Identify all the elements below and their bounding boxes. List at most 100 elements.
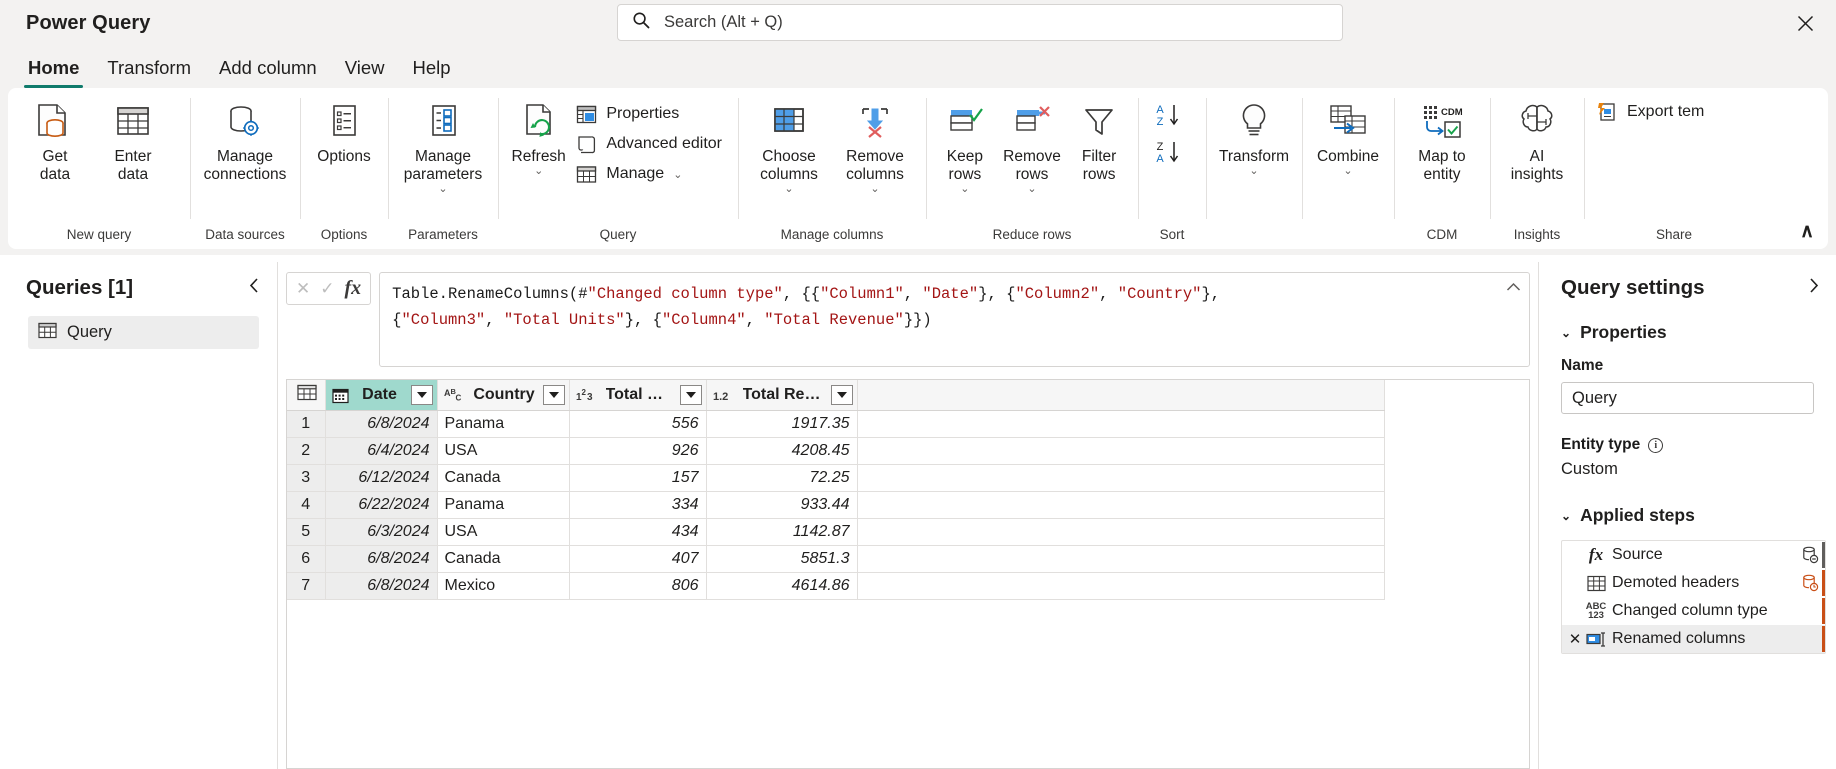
- cell-date[interactable]: 6/8/2024: [325, 410, 438, 438]
- cell-total-revenue[interactable]: 5851.3: [706, 545, 858, 573]
- cell-total-units[interactable]: 926: [569, 437, 707, 465]
- row-number[interactable]: 4: [287, 491, 326, 519]
- manage-connections-button[interactable]: Manage connections: [198, 94, 292, 184]
- collapse-ribbon-chevron-up-icon[interactable]: ∧: [1800, 220, 1814, 243]
- table-row[interactable]: 6 6/8/2024 Canada 407 5851.3: [287, 545, 1385, 573]
- enter-data-button[interactable]: Enter data: [94, 94, 172, 184]
- delete-step-icon[interactable]: ✕: [1566, 630, 1584, 648]
- cell-country[interactable]: Canada: [437, 464, 570, 492]
- cell-country[interactable]: Panama: [437, 410, 570, 438]
- get-data-button[interactable]: Get data: [16, 94, 94, 184]
- cell-total-units[interactable]: 806: [569, 572, 707, 600]
- cell-date[interactable]: 6/22/2024: [325, 491, 438, 519]
- remove-rows-button[interactable]: Remove rows ⌄: [996, 94, 1068, 195]
- remove-rows-chevron-down-icon[interactable]: ⌄: [1027, 184, 1036, 195]
- applied-step[interactable]: ABC 123 Changed column type: [1562, 597, 1825, 625]
- ai-insights-button[interactable]: AI insights: [1498, 94, 1576, 184]
- cell-total-revenue[interactable]: 4208.45: [706, 437, 858, 465]
- close-icon[interactable]: [1790, 8, 1820, 38]
- table-row[interactable]: 5 6/3/2024 USA 434 1142.87: [287, 518, 1385, 546]
- properties-section-header[interactable]: ⌄ Properties: [1539, 322, 1836, 343]
- formula-cancel-icon[interactable]: ✕: [296, 279, 310, 299]
- cell-date[interactable]: 6/8/2024: [325, 545, 438, 573]
- database-minus-icon[interactable]: [1798, 546, 1822, 564]
- manage-parameters-chevron-down-icon[interactable]: ⌄: [438, 184, 447, 195]
- manage-button[interactable]: Manage ⌄: [571, 160, 730, 188]
- cell-total-revenue[interactable]: 4614.86: [706, 572, 858, 600]
- cell-date[interactable]: 6/12/2024: [325, 464, 438, 492]
- cell-country[interactable]: Canada: [437, 545, 570, 573]
- keep-rows-button[interactable]: Keep rows ⌄: [934, 94, 996, 195]
- cell-total-revenue[interactable]: 72.25: [706, 464, 858, 492]
- refresh-button[interactable]: Refresh ⌄: [506, 94, 571, 177]
- filter-rows-button[interactable]: Filter rows: [1068, 94, 1130, 184]
- choose-columns-chevron-down-icon[interactable]: ⌄: [784, 184, 793, 195]
- transform-chevron-down-icon[interactable]: ⌄: [1249, 166, 1258, 177]
- combine-chevron-down-icon[interactable]: ⌄: [1343, 166, 1352, 177]
- column-header-total-revenue[interactable]: 1.2 Total Revenue: [706, 380, 858, 411]
- info-icon[interactable]: i: [1648, 437, 1664, 453]
- manage-parameters-button[interactable]: Manage parameters ⌄: [396, 94, 490, 195]
- formula-accept-icon[interactable]: ✓: [320, 279, 334, 299]
- row-number[interactable]: 1: [287, 410, 326, 438]
- tab-transform[interactable]: Transform: [93, 57, 205, 88]
- tab-help[interactable]: Help: [398, 57, 464, 88]
- formula-input[interactable]: Table.RenameColumns(#"Changed column typ…: [379, 272, 1530, 367]
- cell-country[interactable]: USA: [437, 518, 570, 546]
- advanced-editor-button[interactable]: Advanced editor: [571, 130, 730, 158]
- queries-collapse-chevron-left-icon[interactable]: [248, 277, 261, 299]
- column-header-country[interactable]: A B C Country: [437, 380, 570, 411]
- select-all-corner[interactable]: [287, 380, 326, 411]
- sort-ascending-button[interactable]: A Z: [1152, 102, 1192, 133]
- cell-total-units[interactable]: 434: [569, 518, 707, 546]
- cell-country[interactable]: USA: [437, 437, 570, 465]
- table-row[interactable]: 2 6/4/2024 USA 926 4208.45: [287, 437, 1385, 465]
- remove-columns-button[interactable]: Remove columns ⌄: [832, 94, 918, 195]
- filter-dropdown-date[interactable]: [410, 385, 433, 405]
- cell-date[interactable]: 6/4/2024: [325, 437, 438, 465]
- cell-total-units[interactable]: 334: [569, 491, 707, 519]
- table-row[interactable]: 1 6/8/2024 Panama 556 1917.35: [287, 410, 1385, 438]
- map-to-entity-button[interactable]: CDM Map to entity: [1402, 94, 1482, 184]
- applied-step[interactable]: Demoted headers: [1562, 569, 1825, 597]
- cell-country[interactable]: Panama: [437, 491, 570, 519]
- table-row[interactable]: 7 6/8/2024 Mexico 806 4614.86: [287, 572, 1385, 600]
- properties-button[interactable]: Properties: [571, 100, 730, 128]
- transform-button[interactable]: Transform ⌄: [1214, 94, 1294, 177]
- query-list-item[interactable]: Query: [28, 316, 259, 349]
- manage-chevron-down-icon[interactable]: ⌄: [673, 168, 682, 181]
- row-number[interactable]: 6: [287, 545, 326, 573]
- filter-dropdown-total-revenue[interactable]: [830, 385, 853, 405]
- cell-total-units[interactable]: 157: [569, 464, 707, 492]
- tab-home[interactable]: Home: [14, 57, 93, 88]
- row-number[interactable]: 7: [287, 572, 326, 600]
- cell-date[interactable]: 6/8/2024: [325, 572, 438, 600]
- remove-columns-chevron-down-icon[interactable]: ⌄: [870, 184, 879, 195]
- filter-dropdown-country[interactable]: [542, 385, 565, 405]
- cell-total-units[interactable]: 556: [569, 410, 707, 438]
- choose-columns-button[interactable]: Choose columns ⌄: [746, 94, 832, 195]
- combine-button[interactable]: Combine ⌄: [1310, 94, 1386, 177]
- column-header-total-units[interactable]: 1 2 3 Total Units: [569, 380, 707, 411]
- table-row[interactable]: 3 6/12/2024 Canada 157 72.25: [287, 464, 1385, 492]
- search-box[interactable]: Search (Alt + Q): [617, 4, 1343, 41]
- cell-total-units[interactable]: 407: [569, 545, 707, 573]
- column-header-date[interactable]: Date: [325, 380, 438, 411]
- query-settings-collapse-chevron-right-icon[interactable]: [1807, 277, 1820, 299]
- cell-total-revenue[interactable]: 1142.87: [706, 518, 858, 546]
- database-clock-icon[interactable]: [1798, 574, 1822, 592]
- tab-view[interactable]: View: [331, 57, 399, 88]
- name-input[interactable]: Query: [1561, 382, 1814, 414]
- cell-total-revenue[interactable]: 933.44: [706, 491, 858, 519]
- applied-step[interactable]: ✕ Renamed columns: [1562, 625, 1825, 653]
- applied-step[interactable]: fx Source: [1562, 541, 1825, 569]
- formula-collapse-chevron-up-icon[interactable]: [1506, 279, 1521, 296]
- refresh-chevron-down-icon[interactable]: ⌄: [534, 166, 543, 177]
- row-number[interactable]: 2: [287, 437, 326, 465]
- sort-descending-button[interactable]: Z A: [1152, 139, 1192, 170]
- row-number[interactable]: 5: [287, 518, 326, 546]
- keep-rows-chevron-down-icon[interactable]: ⌄: [960, 184, 969, 195]
- filter-dropdown-total-units[interactable]: [679, 385, 702, 405]
- cell-total-revenue[interactable]: 1917.35: [706, 410, 858, 438]
- export-template-button[interactable]: Export tem: [1592, 98, 1712, 126]
